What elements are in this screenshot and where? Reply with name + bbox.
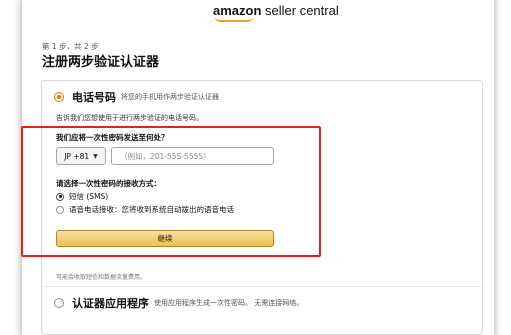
app-option[interactable]: 认证器应用程序 使用应用程序生成一次性密码。 无需连接网络。	[54, 295, 303, 311]
phone-option[interactable]: 电话号码 将您的手机用作两步验证认证器	[54, 89, 219, 105]
fee-note: 可能会收取短信和数据流量费用。	[56, 274, 147, 281]
phone-option-radio[interactable]	[54, 92, 64, 102]
app-option-title: 认证器应用程序	[72, 297, 149, 310]
highlight-box	[21, 126, 321, 257]
app-option-radio[interactable]	[54, 298, 64, 308]
phone-option-explain: 告诉我们您想使用于进行两步验证的电话号码。	[56, 114, 203, 122]
app-option-desc: 使用应用程序生成一次性密码。 无需连接网络。	[154, 299, 304, 307]
smile-icon	[215, 17, 253, 22]
phone-option-title: 电话号码	[72, 91, 116, 104]
page-title: 注册两步验证认证器	[42, 55, 160, 70]
phone-option-desc: 将您的手机用作两步验证认证器	[121, 93, 219, 101]
amazon-seller-central-logo: amazon seller central	[213, 3, 339, 22]
divider	[42, 286, 482, 287]
